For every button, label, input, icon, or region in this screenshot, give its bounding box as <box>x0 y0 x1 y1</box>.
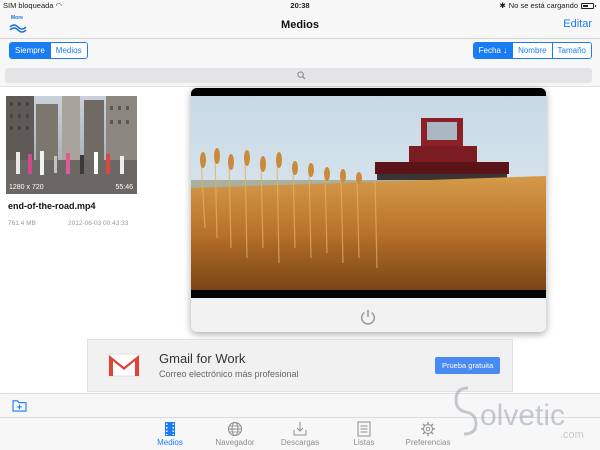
filter-segmented-control: Siempre Medios <box>9 42 88 59</box>
file-date: 2012-06-03 00:43:33 <box>68 220 129 227</box>
search-input[interactable] <box>5 68 592 83</box>
video-player-popup <box>191 88 546 332</box>
status-bar: SIM bloqueada ◠ 20:38 ✱ No se está carga… <box>0 0 600 12</box>
power-icon[interactable] <box>359 308 377 326</box>
download-icon <box>293 422 307 436</box>
tab-medios[interactable]: Medios <box>140 421 200 447</box>
tab-descargas[interactable]: Descargas <box>270 421 330 447</box>
gear-icon <box>421 422 435 436</box>
status-right: ✱ No se está cargando <box>499 1 596 10</box>
battery-icon <box>581 2 596 9</box>
watermark-domain: .com <box>560 429 584 440</box>
edit-button[interactable]: Editar <box>563 18 592 30</box>
ad-subtitle: Correo electrónico más profesional <box>159 369 299 379</box>
video-frame[interactable] <box>191 88 546 298</box>
file-size: 761.4 MB <box>8 220 36 227</box>
video-resolution: 1280 x 720 <box>9 184 44 191</box>
list-icon <box>357 421 371 437</box>
charging-text: No se está cargando <box>508 1 578 10</box>
battery-level <box>583 4 588 7</box>
globe-icon <box>228 422 242 436</box>
city-street-thumbnail-image <box>6 96 137 194</box>
filter-bar: Siempre Medios Fecha ↓ Nombre Tamaño <box>0 39 600 65</box>
filter-medios-button[interactable]: Medios <box>50 43 87 58</box>
page-title: Medios <box>281 19 319 31</box>
sort-segmented-control: Fecha ↓ Nombre Tamaño <box>472 42 592 59</box>
search-bar <box>0 65 600 87</box>
watermark-text: olvetic <box>480 399 565 432</box>
sort-nombre-button[interactable]: Nombre <box>513 43 553 58</box>
tab-label: Listas <box>353 438 375 447</box>
tab-label: Medios <box>157 438 183 447</box>
tab-label: Descargas <box>280 438 320 447</box>
sort-fecha-button[interactable]: Fecha ↓ <box>473 43 514 58</box>
video-thumbnail[interactable]: 1280 x 720 55:46 <box>6 96 137 194</box>
wheat-harvester-video-image <box>191 88 546 298</box>
new-folder-icon[interactable] <box>12 399 27 412</box>
search-icon <box>297 71 306 80</box>
video-duration: 55:46 <box>115 184 133 191</box>
filter-siempre-button[interactable]: Siempre <box>10 43 51 58</box>
gmail-icon <box>108 353 140 377</box>
tab-label: Navegador <box>215 438 255 447</box>
ad-title: Gmail for Work <box>159 351 246 366</box>
film-icon <box>165 422 175 436</box>
file-name: end-of-the-road.mp4 <box>8 201 96 211</box>
tab-navegador[interactable]: Navegador <box>205 421 265 447</box>
bluetooth-icon: ✱ <box>499 1 506 10</box>
solvetic-watermark-logo: olvetic .com <box>454 386 584 440</box>
navigation-bar: More Medios Editar <box>0 12 600 39</box>
tab-listas[interactable]: Listas <box>334 421 394 447</box>
ad-cta-button[interactable]: Prueba gratuita <box>435 357 501 374</box>
sort-tamano-button[interactable]: Tamaño <box>552 43 591 58</box>
